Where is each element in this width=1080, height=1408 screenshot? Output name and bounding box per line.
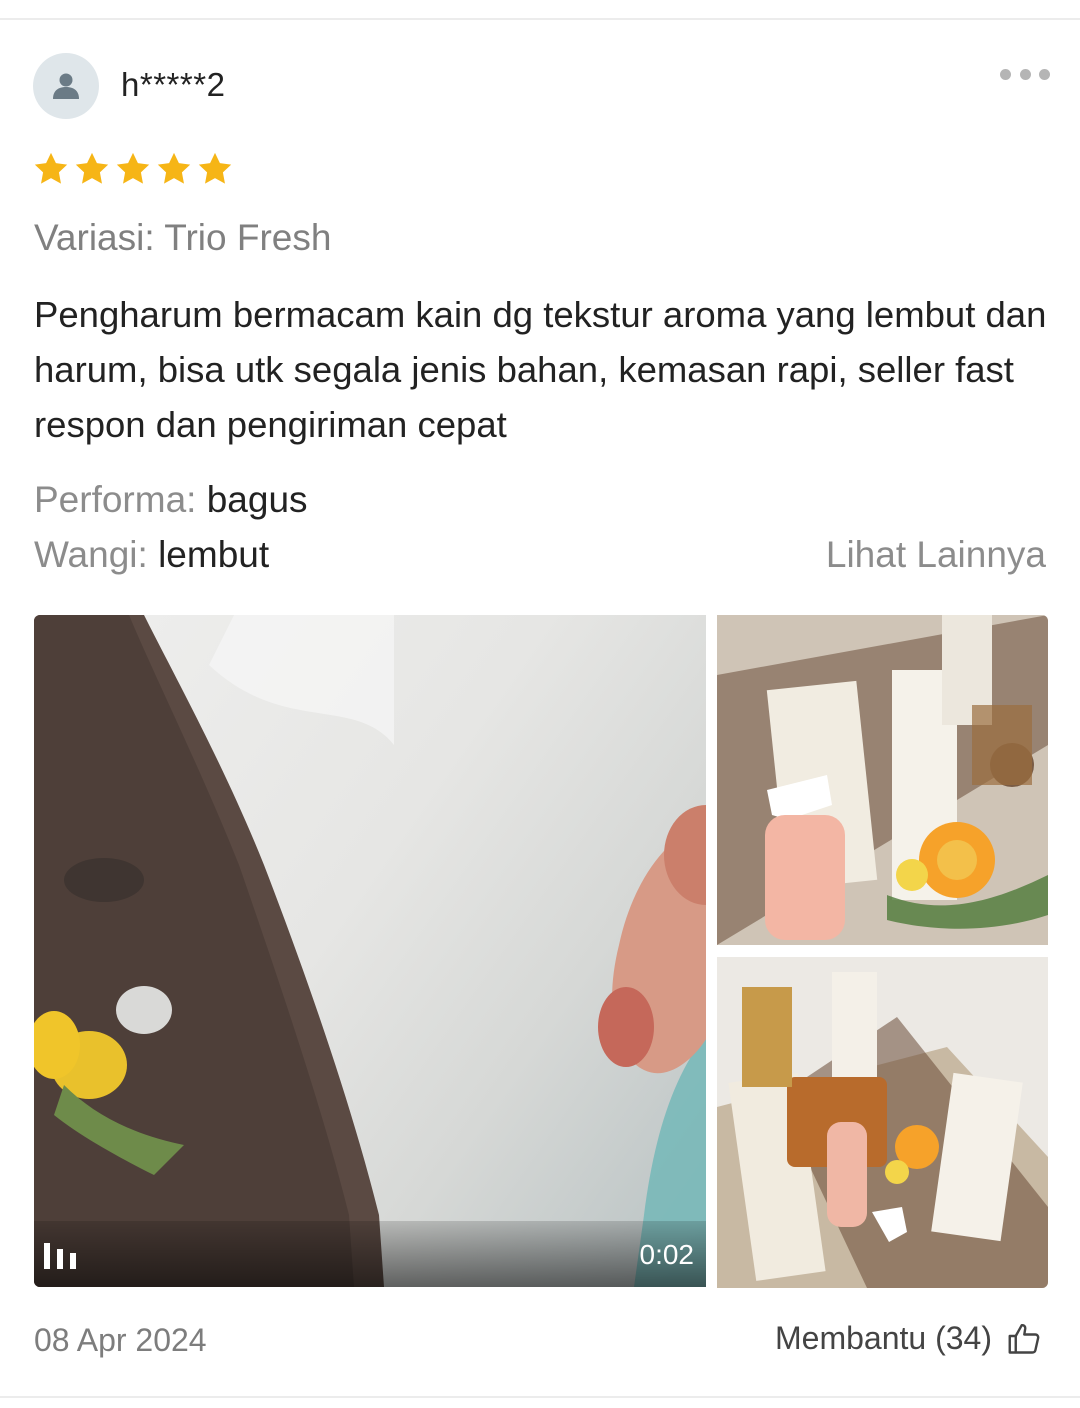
star-rating <box>32 150 234 188</box>
product-photo-scene <box>717 615 1048 945</box>
review-attribute-wangi: Wangi: lembut <box>34 534 269 576</box>
user-silhouette-icon <box>53 73 79 99</box>
attribute-value: lembut <box>158 534 270 575</box>
star-icon <box>75 152 109 184</box>
video-duration: 0:02 <box>639 1239 695 1270</box>
product-photo-scene <box>717 957 1048 1288</box>
avatar[interactable] <box>33 53 99 119</box>
review-video-thumbnail[interactable]: 0:02 <box>34 615 706 1287</box>
review-text: Pengharum bermacam kain dg tekstur aroma… <box>34 294 1047 445</box>
attribute-key: Performa: <box>34 479 197 520</box>
review-date: 08 Apr 2024 <box>34 1322 207 1358</box>
star-icon <box>34 152 68 184</box>
video-indicator-icon <box>44 1243 76 1269</box>
bottom-divider <box>0 1396 1080 1398</box>
star-icon <box>198 152 232 184</box>
helpful-button[interactable]: Membantu (34) <box>775 1320 1042 1357</box>
star-icon <box>157 152 191 184</box>
more-dots-icon <box>1019 68 1031 80</box>
star-icon <box>116 152 150 184</box>
attribute-key: Wangi: <box>34 534 148 575</box>
more-dots-icon <box>1000 68 1011 80</box>
video-frame-scene <box>34 615 706 1287</box>
more-dots-icon <box>1039 68 1050 80</box>
attribute-value: bagus <box>206 479 308 520</box>
video-control-bar: 0:02 <box>34 1221 706 1287</box>
review-attribute-performa: Performa: bagus <box>34 479 308 521</box>
more-options-button[interactable] <box>1000 62 1050 86</box>
helpful-count: Membantu (34) <box>775 1320 992 1356</box>
top-divider <box>0 18 1080 20</box>
product-variant: Variasi: Trio Fresh <box>34 217 332 258</box>
review-photo-2[interactable] <box>717 957 1048 1288</box>
review-photo-1[interactable] <box>717 615 1048 945</box>
thumbs-up-icon <box>1008 1323 1040 1354</box>
reviewer-username[interactable]: h*****2 <box>121 66 225 104</box>
see-more-link[interactable]: Lihat Lainnya <box>826 534 1046 576</box>
